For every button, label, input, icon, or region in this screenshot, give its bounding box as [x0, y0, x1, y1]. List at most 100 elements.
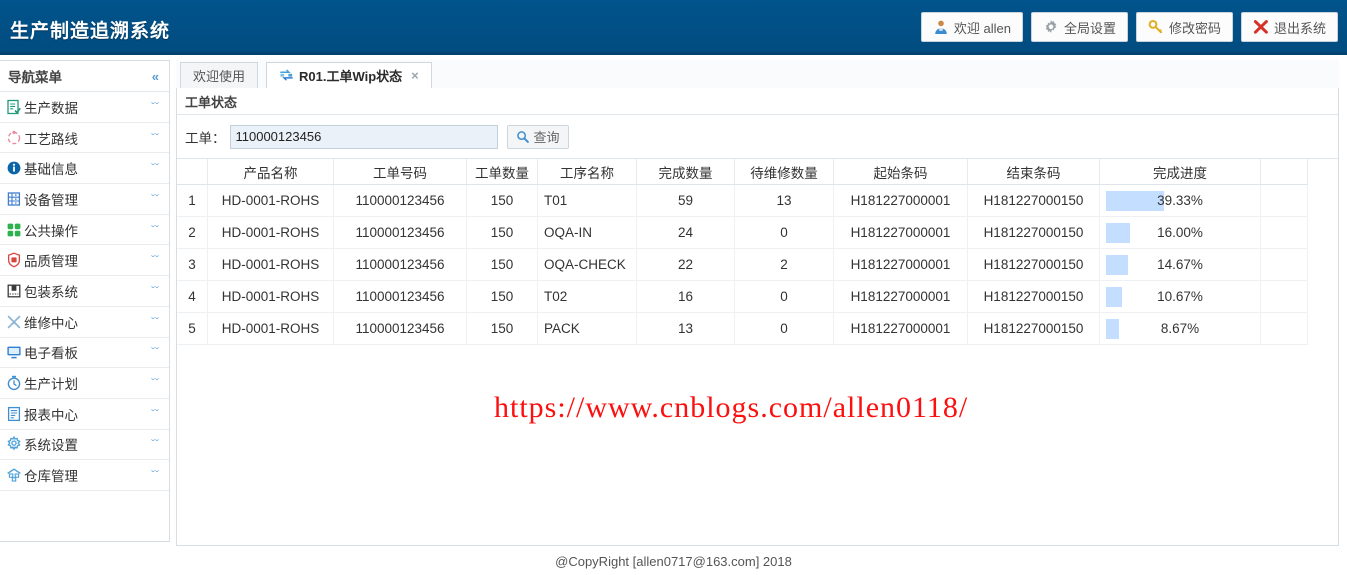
- chevron-down-icon[interactable]: ˇˇ: [151, 162, 159, 174]
- cell-idx: 3: [177, 248, 208, 281]
- tab-close-icon[interactable]: ×: [411, 68, 419, 83]
- table-row[interactable]: 5 HD-0001-ROHS 110000123456 150 PACK 13 0 H1812…: [177, 312, 1308, 345]
- tab-welcome[interactable]: 欢迎使用: [180, 62, 259, 89]
- progress-bar-label: 39.33%: [1157, 193, 1203, 208]
- cell-product: HD-0001-ROHS: [207, 280, 334, 313]
- table-row[interactable]: 2 HD-0001-ROHS 110000123456 150 OQA-IN 24 0 H18…: [177, 216, 1308, 249]
- tab-wip-status[interactable]: R01.工单Wip状态 ×: [266, 62, 432, 89]
- progress-bar: 16.00%: [1106, 222, 1254, 243]
- cell-idx: 4: [177, 280, 208, 313]
- cell-end_barcode: H181227000150: [967, 184, 1100, 217]
- cell-repair: 0: [734, 216, 834, 249]
- chevron-down-icon[interactable]: ˇˇ: [151, 224, 159, 236]
- cell-process: T01: [537, 184, 637, 217]
- query-button-label: 查询: [533, 130, 560, 145]
- cell-spacer: [1260, 312, 1308, 345]
- progress-bar-label: 10.67%: [1157, 289, 1203, 304]
- sidebar-title: 导航菜单: [8, 70, 62, 85]
- chevron-down-icon[interactable]: ˇˇ: [151, 469, 159, 481]
- chevron-down-icon[interactable]: ˇˇ: [151, 438, 159, 450]
- welcome-user-button[interactable]: 欢迎 allen: [920, 12, 1023, 42]
- table-col-header-4[interactable]: 工序名称: [537, 159, 637, 185]
- equipment-icon: [6, 191, 22, 207]
- page-title: 生产制造追溯系统: [10, 21, 171, 42]
- table-col-header-10[interactable]: [1260, 159, 1308, 185]
- global-settings-button[interactable]: 全局设置: [1030, 12, 1128, 42]
- table-col-header-6[interactable]: 待维修数量: [734, 159, 834, 185]
- cell-qty: 150: [466, 248, 538, 281]
- cell-process: PACK: [537, 312, 637, 345]
- change-password-label: 修改密码: [1168, 20, 1221, 36]
- cell-done: 22: [636, 248, 735, 281]
- collapse-sidebar-icon[interactable]: «: [152, 69, 159, 84]
- sidebar-item-1[interactable]: 生产数据 ˇˇ: [0, 92, 169, 123]
- chevron-down-icon[interactable]: ˇˇ: [151, 408, 159, 420]
- cell-start_barcode: H181227000001: [833, 312, 968, 345]
- sidebar-item-label: 电子看板: [24, 346, 78, 362]
- table-col-header-1[interactable]: 产品名称: [207, 159, 334, 185]
- sidebar-item-3[interactable]: 基础信息 ˇˇ: [0, 153, 169, 185]
- chevron-down-icon[interactable]: ˇˇ: [151, 193, 159, 205]
- sidebar-item-12[interactable]: 系统设置 ˇˇ: [0, 430, 169, 461]
- chevron-down-icon[interactable]: ˇˇ: [151, 316, 159, 328]
- sidebar-item-8[interactable]: 维修中心 ˇˇ: [0, 307, 169, 338]
- sidebar-item-13[interactable]: 仓库管理 ˇˇ: [0, 460, 169, 491]
- logout-button[interactable]: 退出系统: [1240, 12, 1338, 42]
- sidebar-item-9[interactable]: 电子看板 ˇˇ: [0, 338, 169, 369]
- sidebar-item-6[interactable]: 品质管理 ˇˇ: [0, 245, 169, 277]
- sidebar-item-label: 公共操作: [24, 223, 78, 239]
- cell-end_barcode: H181227000150: [967, 248, 1100, 281]
- cell-wo: 110000123456: [333, 248, 467, 281]
- cell-product: HD-0001-ROHS: [207, 216, 334, 249]
- sidebar-item-7[interactable]: 包装系统 ˇˇ: [0, 276, 169, 307]
- table-col-header-2[interactable]: 工单号码: [333, 159, 467, 185]
- info-icon: [6, 160, 22, 176]
- cell-qty: 150: [466, 312, 538, 345]
- sidebar-item-4[interactable]: 设备管理 ˇˇ: [0, 184, 169, 215]
- chevron-down-icon[interactable]: ˇˇ: [151, 101, 159, 113]
- search-icon: [516, 130, 530, 144]
- chevron-down-icon[interactable]: ˇˇ: [151, 132, 159, 144]
- warehouse-icon: [6, 467, 22, 483]
- cell-start_barcode: H181227000001: [833, 248, 968, 281]
- table-col-header-7[interactable]: 起始条码: [833, 159, 968, 185]
- sidebar-item-11[interactable]: 报表中心 ˇˇ: [0, 399, 169, 430]
- work-order-input[interactable]: [229, 124, 498, 149]
- change-password-button[interactable]: 修改密码: [1135, 12, 1233, 42]
- cell-repair: 2: [734, 248, 834, 281]
- table-col-header-9[interactable]: 完成进度: [1099, 159, 1261, 185]
- cell-progress: 14.67%: [1099, 248, 1261, 281]
- progress-bar-label: 8.67%: [1160, 321, 1200, 336]
- chevron-down-icon[interactable]: ˇˇ: [151, 377, 159, 389]
- table-col-header-5[interactable]: 完成数量: [636, 159, 735, 185]
- monitor-icon: [6, 344, 22, 360]
- table-row[interactable]: 3 HD-0001-ROHS 110000123456 150 OQA-CHECK 22 2…: [177, 248, 1308, 281]
- cell-qty: 150: [466, 280, 538, 313]
- cell-start_barcode: H181227000001: [833, 184, 968, 217]
- sidebar-item-label: 基础信息: [24, 162, 78, 178]
- sidebar-item-10[interactable]: 生产计划 ˇˇ: [0, 368, 169, 399]
- cell-start_barcode: H181227000001: [833, 216, 968, 249]
- cell-end_barcode: H181227000150: [967, 312, 1100, 345]
- cell-wo: 110000123456: [333, 280, 467, 313]
- progress-bar-label: 16.00%: [1157, 225, 1203, 240]
- chevron-down-icon[interactable]: ˇˇ: [151, 346, 159, 358]
- table-row[interactable]: 1 HD-0001-ROHS 110000123456 150 T01 59 13 H1812…: [177, 184, 1308, 217]
- sidebar-item-label: 报表中心: [24, 407, 78, 423]
- chevron-down-icon[interactable]: ˇˇ: [151, 254, 159, 266]
- table-col-header-8[interactable]: 结束条码: [967, 159, 1100, 185]
- settings-gear-icon: [6, 436, 22, 452]
- tab-strip: 欢迎使用 R01.工单Wip状态 ×: [176, 60, 1339, 89]
- sidebar-item-2[interactable]: 工艺路线 ˇˇ: [0, 123, 169, 154]
- query-button[interactable]: 查询: [506, 124, 569, 149]
- search-bar: 工单： 查询: [177, 115, 1338, 159]
- app-root: 生产制造追溯系统 欢迎 allen 全局设置 修改密码 退出系统 导航菜单 « …: [0, 0, 1347, 575]
- chevron-down-icon[interactable]: ˇˇ: [151, 285, 159, 297]
- table-col-header-3[interactable]: 工单数量: [466, 159, 538, 185]
- sidebar-item-label: 工艺路线: [24, 131, 78, 147]
- table-row[interactable]: 4 HD-0001-ROHS 110000123456 150 T02 16 0 H18122…: [177, 280, 1308, 313]
- table-col-header-0[interactable]: [177, 159, 208, 185]
- route-icon: [6, 130, 22, 146]
- table-header: 产品名称 工单号码 工单数量 工序名称 完成数量 待维修数量 起始条码 结束条码 完成进度: [177, 159, 1308, 185]
- sidebar-item-5[interactable]: 公共操作 ˇˇ: [0, 215, 169, 246]
